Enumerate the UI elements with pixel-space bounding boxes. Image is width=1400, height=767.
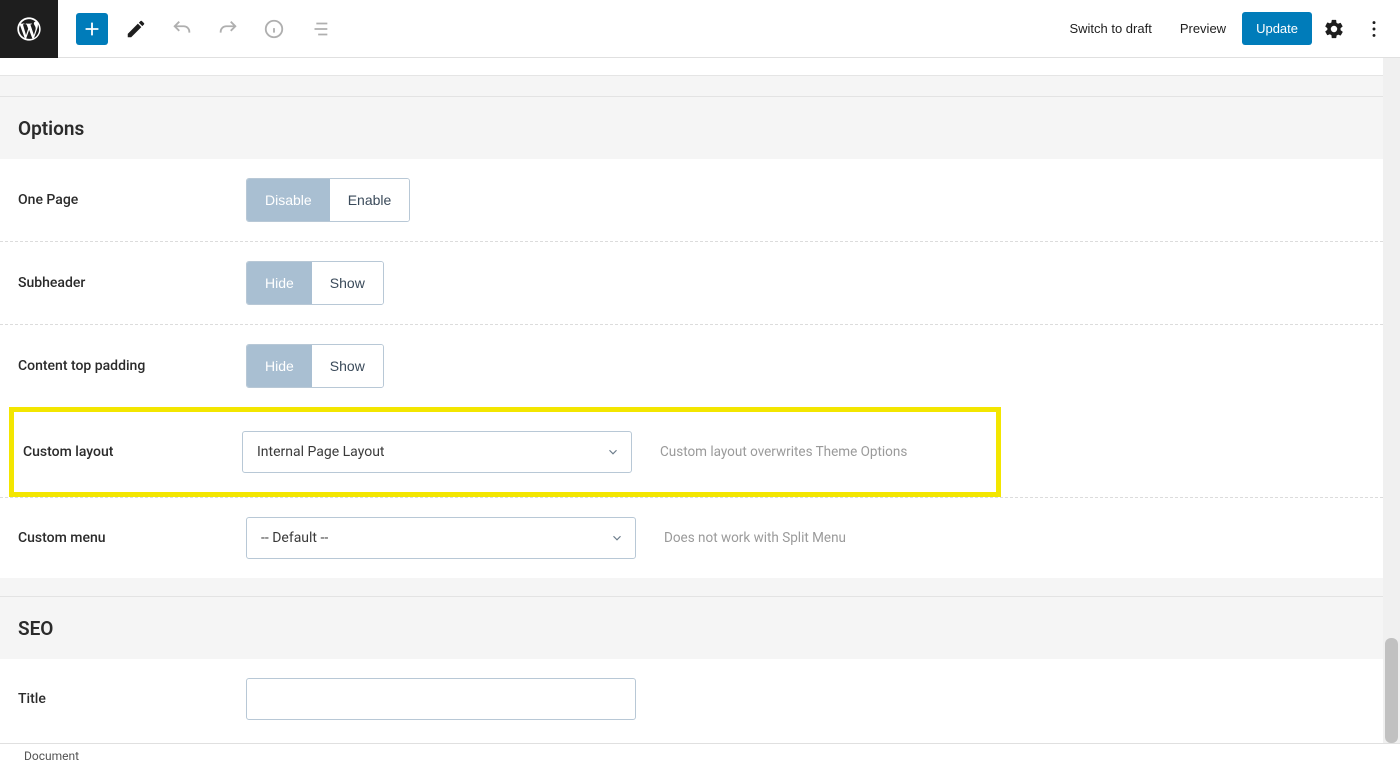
redo-icon — [217, 18, 239, 40]
custom-menu-label: Custom menu — [18, 530, 246, 546]
switch-to-draft-button[interactable]: Switch to draft — [1057, 11, 1163, 46]
editor-topbar: Switch to draft Preview Update — [0, 0, 1400, 58]
seo-heading: SEO — [18, 617, 1365, 640]
seo-title-input[interactable] — [246, 678, 636, 720]
more-options-button[interactable] — [1356, 11, 1392, 47]
add-block-button[interactable] — [76, 13, 108, 45]
content-top-padding-hide-button[interactable]: Hide — [247, 345, 312, 387]
seo-title-label: Title — [18, 691, 246, 707]
plus-icon — [81, 18, 103, 40]
content-top-padding-toggle: Hide Show — [246, 344, 384, 388]
wordpress-logo[interactable] — [0, 0, 58, 58]
content-top-padding-label: Content top padding — [18, 358, 246, 374]
subheader-show-button[interactable]: Show — [312, 262, 383, 304]
wordpress-icon — [15, 15, 43, 43]
subheader-label: Subheader — [18, 275, 246, 291]
outline-button[interactable] — [302, 11, 338, 47]
seo-section-header: SEO — [0, 596, 1383, 659]
custom-layout-label: Custom layout — [23, 444, 242, 460]
list-icon — [309, 18, 331, 40]
settings-button[interactable] — [1316, 11, 1352, 47]
info-icon — [263, 18, 285, 40]
edit-tools-button[interactable] — [118, 11, 154, 47]
custom-layout-hint: Custom layout overwrites Theme Options — [660, 444, 907, 460]
redo-button[interactable] — [210, 11, 246, 47]
custom-layout-row: Custom layout Internal Page Layout Custo… — [14, 412, 996, 492]
options-heading: Options — [18, 117, 1365, 140]
seo-title-row: Title — [0, 659, 1383, 739]
subheader-toggle: Hide Show — [246, 261, 384, 305]
content-top-padding-show-button[interactable]: Show — [312, 345, 383, 387]
custom-layout-select[interactable]: Internal Page Layout — [242, 431, 632, 473]
editor-canvas: Options One Page Disable Enable Subheade… — [0, 58, 1400, 743]
subheader-hide-button[interactable]: Hide — [247, 262, 312, 304]
custom-layout-select-value: Internal Page Layout — [242, 431, 632, 473]
options-section-header: Options — [0, 96, 1383, 159]
editor-footer: Document — [0, 743, 1400, 767]
one-page-enable-button[interactable]: Enable — [330, 179, 410, 221]
one-page-row: One Page Disable Enable — [0, 159, 1383, 241]
gear-icon — [1323, 18, 1345, 40]
preview-button[interactable]: Preview — [1168, 11, 1238, 46]
scrollbar-track[interactable] — [1383, 58, 1400, 743]
content-top-padding-row: Content top padding Hide Show — [0, 324, 1383, 407]
custom-menu-select-value: -- Default -- — [246, 517, 636, 559]
more-vertical-icon — [1363, 18, 1385, 40]
update-button[interactable]: Update — [1242, 12, 1312, 45]
custom-menu-row: Custom menu -- Default -- Does not work … — [0, 497, 1383, 578]
custom-menu-hint: Does not work with Split Menu — [664, 530, 846, 546]
subheader-row: Subheader Hide Show — [0, 241, 1383, 324]
breadcrumb[interactable]: Document — [24, 749, 79, 763]
pencil-icon — [125, 18, 147, 40]
undo-icon — [171, 18, 193, 40]
custom-menu-select[interactable]: -- Default -- — [246, 517, 636, 559]
document-overview-button[interactable] — [256, 11, 292, 47]
undo-button[interactable] — [164, 11, 200, 47]
one-page-toggle: Disable Enable — [246, 178, 410, 222]
scrollbar-thumb[interactable] — [1385, 638, 1398, 743]
one-page-disable-button[interactable]: Disable — [247, 179, 330, 221]
one-page-label: One Page — [18, 192, 246, 208]
custom-layout-highlight: Custom layout Internal Page Layout Custo… — [9, 407, 1001, 497]
